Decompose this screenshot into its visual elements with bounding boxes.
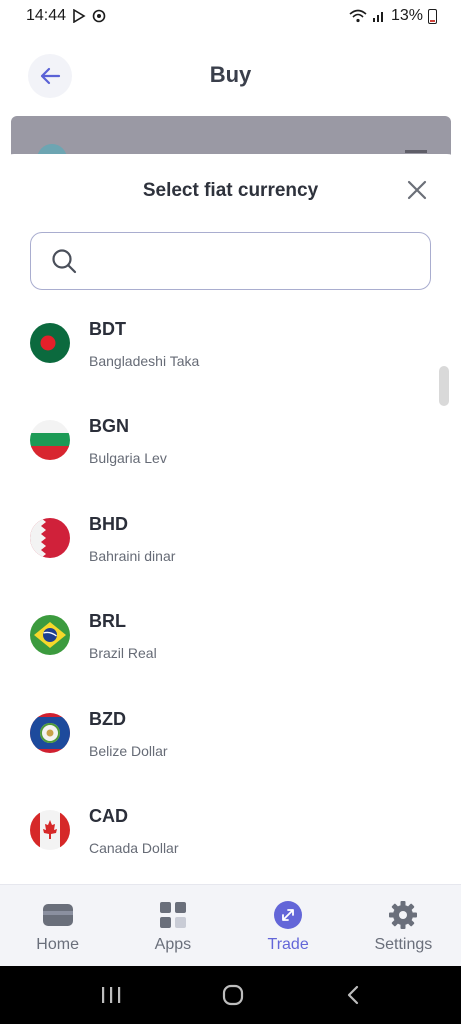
list-item[interactable]: BZD Belize Dollar [0,687,461,784]
nav-label: Settings [374,936,433,953]
search-input[interactable] [91,243,411,279]
currency-name: Canada Dollar [89,839,179,856]
nav-item-apps[interactable]: Apps [115,885,230,966]
sheet-title: Select fiat currency [142,180,319,201]
gear-icon [387,899,419,931]
currency-name: Bangladeshi Taka [89,353,200,369]
page-title: Buy [209,62,252,87]
apps-grid-icon [157,899,189,931]
list-item[interactable]: BHD Bahraini dinar [0,492,461,589]
currency-code: CAD [89,805,128,826]
search-icon [52,249,77,274]
back-button[interactable] [28,54,72,98]
recent-apps-icon[interactable] [100,985,122,1005]
currency-code: BHD [89,513,128,534]
nav-item-home[interactable]: Home [0,885,115,966]
wallet-icon [42,899,74,931]
home-circle-icon[interactable] [221,983,245,1007]
nav-item-trade[interactable]: Trade [231,885,346,966]
close-icon [407,180,427,200]
arrow-left-icon [40,67,61,85]
currency-sheet: Select fiat currency BDT Bangladeshi Tak… [0,154,461,884]
nav-label: Home [36,936,79,953]
trade-icon [272,899,304,931]
nav-label: Apps [154,936,192,953]
play-store-icon [73,9,86,23]
bahrain-flag-icon [30,517,70,558]
screen: 14:44 13% Buy Select fiat currency BDT B… [0,0,461,1024]
close-button[interactable] [405,178,429,202]
currency-name: Bulgaria Lev [89,450,167,467]
sync-icon [92,9,106,23]
list-item[interactable]: BGN Bulgaria Lev [0,394,461,491]
bottom-nav: Home Apps Trade Settings [0,884,461,966]
currency-name: Brazil Real [89,645,157,662]
header: Buy [0,40,461,110]
list-item[interactable]: CAD Canada Dollar [0,784,461,881]
currency-code: BRL [89,611,126,632]
status-bar: 14:44 13% [0,0,461,32]
scrollbar-thumb[interactable] [439,366,449,406]
bangladesh-flag-icon [30,323,70,363]
currency-name: Bahraini dinar [89,547,176,564]
list-item[interactable]: BDT Bangladeshi Taka [0,297,461,394]
back-chevron-icon[interactable] [345,984,361,1006]
belize-flag-icon [30,712,70,753]
currency-code: BZD [89,708,126,729]
wifi-icon [349,9,367,23]
system-nav-bar [0,966,461,1024]
bulgaria-flag-icon [30,420,70,461]
signal-icon [372,12,383,22]
currency-list: BDT Bangladeshi Taka BGN Bulgaria Lev BH… [0,297,461,881]
canada-flag-icon [30,809,70,850]
currency-code: BGN [89,416,129,437]
currency-code: BDT [89,319,126,339]
battery-percent: 13% [390,7,423,24]
currency-name: Belize Dollar [89,742,168,759]
battery-icon [428,8,437,24]
brazil-flag-icon [30,615,70,656]
nav-label: Trade [267,936,309,953]
list-item[interactable]: BRL Brazil Real [0,589,461,686]
status-time: 14:44 [26,7,67,24]
search-box [30,232,431,290]
nav-item-settings[interactable]: Settings [346,885,461,966]
